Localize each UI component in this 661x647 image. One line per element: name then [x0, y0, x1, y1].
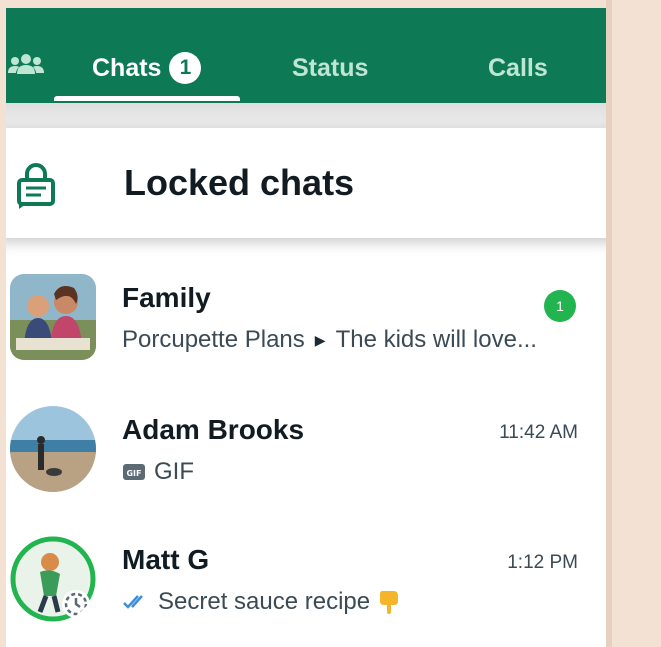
- pointing-down-emoji-icon: [378, 589, 400, 615]
- device-edge: [606, 0, 612, 647]
- chat-timestamp: 11:42 AM: [499, 422, 578, 443]
- tab-calls[interactable]: Calls: [488, 48, 548, 88]
- tab-calls-label: Calls: [488, 53, 548, 82]
- tab-chats[interactable]: Chats 1: [92, 48, 202, 88]
- chat-row-matt-g[interactable]: Matt G 1:12 PM Secret sauce recipe: [6, 528, 606, 646]
- chat-name: Adam Brooks: [122, 414, 305, 445]
- communities-tab[interactable]: [6, 52, 46, 82]
- chat-preview: Secret sauce recipe: [122, 588, 400, 616]
- chat-row-adam-brooks[interactable]: Adam Brooks 11:42 AM GIF GIF: [6, 398, 606, 516]
- preview-message: The kids will love...: [335, 326, 537, 353]
- chat-timestamp: 1:12 PM: [507, 552, 578, 573]
- chat-name: Matt G: [122, 544, 210, 575]
- tab-status[interactable]: Status: [292, 48, 368, 88]
- chat-name: Family: [122, 282, 211, 313]
- preview-message: GIF: [154, 458, 194, 485]
- unread-count-badge: 1: [544, 290, 576, 322]
- preview-message: Secret sauce recipe: [158, 588, 371, 615]
- tab-chats-label: Chats: [92, 53, 162, 82]
- chat-list-screen: Chats 1 Status Calls Locked chats Family…: [6, 8, 606, 647]
- avatar-matt-g: [10, 536, 96, 622]
- locked-chats-label: Locked chats: [124, 162, 355, 203]
- active-tab-indicator: [54, 96, 240, 101]
- avatar-family: [10, 274, 96, 360]
- double-check-icon: [122, 593, 150, 611]
- caret-right-icon: ▶: [314, 331, 326, 348]
- chat-preview: GIF GIF: [122, 458, 194, 486]
- chats-unread-badge: 1: [169, 52, 202, 84]
- locked-chats-row[interactable]: Locked chats: [6, 128, 606, 238]
- svg-text:GIF: GIF: [126, 469, 141, 478]
- chat-row-family[interactable]: Family 1 Porcupette Plans ▶ The kids wil…: [6, 266, 606, 384]
- avatar-adam-brooks: [10, 406, 96, 492]
- chat-preview: Porcupette Plans ▶ The kids will love...: [122, 326, 537, 354]
- gif-icon: GIF: [122, 463, 146, 481]
- tab-status-label: Status: [292, 53, 369, 82]
- top-tab-bar: Chats 1 Status Calls: [6, 8, 606, 103]
- lock-chat-icon: [14, 163, 58, 214]
- community-icon: [7, 52, 45, 83]
- preview-sender: Porcupette Plans: [122, 326, 305, 353]
